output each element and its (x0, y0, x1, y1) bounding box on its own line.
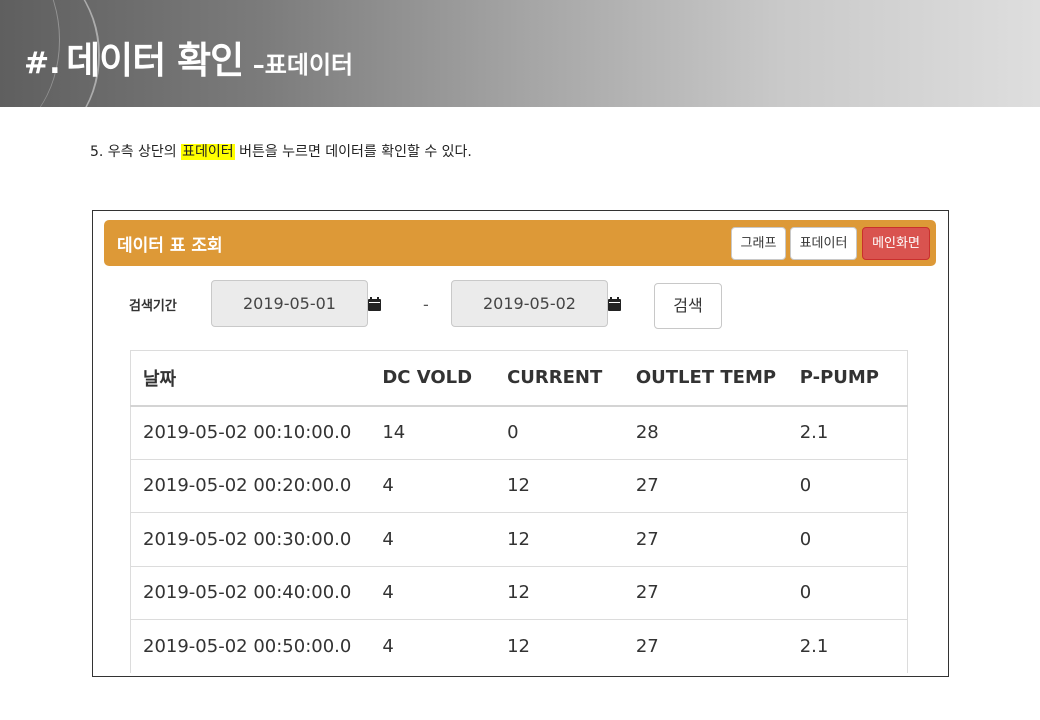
panel-title: 데이터 표 조회 (117, 236, 223, 256)
date-range-separator: - (423, 295, 429, 314)
search-period-label: 검색기간 (129, 299, 177, 314)
table-cell: 12 (495, 619, 624, 673)
graph-button[interactable]: 그래프 (731, 227, 786, 260)
table-row: 2019-05-02 00:50:00.0 4 12 27 2.1 (130, 619, 908, 673)
table-cell: 12 (495, 512, 624, 566)
table-cell: 2.1 (787, 405, 908, 459)
column-header-dc-vold: DC VOLD (370, 350, 496, 407)
table-cell: 2019-05-02 00:40:00.0 (130, 565, 371, 620)
slide-title-main: 데이터 확인 (66, 39, 244, 82)
table-row: 2019-05-02 00:40:00.0 4 12 27 0 (130, 565, 908, 620)
column-header-current: CURRENT (495, 350, 624, 407)
instruction-text: 5. 우측 상단의 표데이터 버튼을 누르면 데이터를 확인할 수 있다. (90, 141, 472, 161)
table-cell: 2019-05-02 00:50:00.0 (130, 619, 371, 673)
table-cell: 28 (623, 405, 788, 459)
table-header-row: 날짜 DC VOLD CURRENT OUTLET TEMP P-PUMP (130, 350, 908, 407)
table-cell: 0 (787, 512, 908, 566)
table-cell: 12 (495, 565, 624, 620)
main-screen-button[interactable]: 메인화면 (862, 227, 930, 260)
instruction-before: 5. 우측 상단의 (90, 144, 182, 160)
instruction-highlight: 표데이터 (181, 144, 235, 160)
table-cell: 2019-05-02 00:20:00.0 (130, 458, 371, 513)
slide-title: #. 데이터 확인 –표데이터 (24, 30, 353, 84)
table-data-button[interactable]: 표데이터 (790, 227, 857, 260)
column-header-date: 날짜 (130, 350, 371, 407)
column-header-outlet-temp: OUTLET TEMP (623, 350, 788, 407)
table-row: 2019-05-02 00:20:00.0 4 12 27 0 (130, 458, 908, 513)
table-row: 2019-05-02 00:30:00.0 4 12 27 0 (130, 512, 908, 566)
data-table: 날짜 DC VOLD CURRENT OUTLET TEMP P-PUMP 20… (130, 350, 908, 673)
table-cell: 2019-05-02 00:10:00.0 (130, 405, 371, 459)
table-cell: 0 (787, 458, 908, 513)
calendar-icon[interactable] (608, 297, 621, 311)
table-row: 2019-05-02 00:10:00.0 14 0 28 2.1 (130, 405, 908, 459)
slide-title-hash: #. (24, 46, 61, 81)
table-cell: 0 (495, 405, 624, 459)
table-cell: 27 (623, 565, 788, 620)
search-button[interactable]: 검색 (654, 283, 722, 329)
table-cell: 27 (623, 512, 788, 566)
slide-title-sub: –표데이터 (252, 51, 354, 79)
table-cell: 2.1 (787, 619, 908, 673)
start-date-input[interactable]: 2019-05-01 (211, 280, 368, 327)
column-header-p-pump: P-PUMP (787, 350, 908, 407)
table-cell: 27 (623, 458, 788, 513)
data-table-screenshot: 데이터 표 조회 그래프 표데이터 메인화면 검색기간 2019-05-01 -… (92, 210, 949, 677)
panel-header: 데이터 표 조회 그래프 표데이터 메인화면 (104, 220, 936, 266)
calendar-icon[interactable] (368, 297, 381, 311)
slide-header: #. 데이터 확인 –표데이터 (0, 0, 1040, 107)
table-cell: 4 (370, 565, 496, 620)
table-cell: 12 (495, 458, 624, 513)
table-cell: 4 (370, 458, 496, 513)
table-cell: 27 (623, 619, 788, 673)
table-cell: 14 (370, 405, 496, 459)
table-cell: 2019-05-02 00:30:00.0 (130, 512, 371, 566)
table-cell: 4 (370, 619, 496, 673)
table-cell: 4 (370, 512, 496, 566)
end-date-input[interactable]: 2019-05-02 (451, 280, 608, 327)
table-cell: 0 (787, 565, 908, 620)
instruction-after: 버튼을 누르면 데이터를 확인할 수 있다. (234, 144, 472, 160)
